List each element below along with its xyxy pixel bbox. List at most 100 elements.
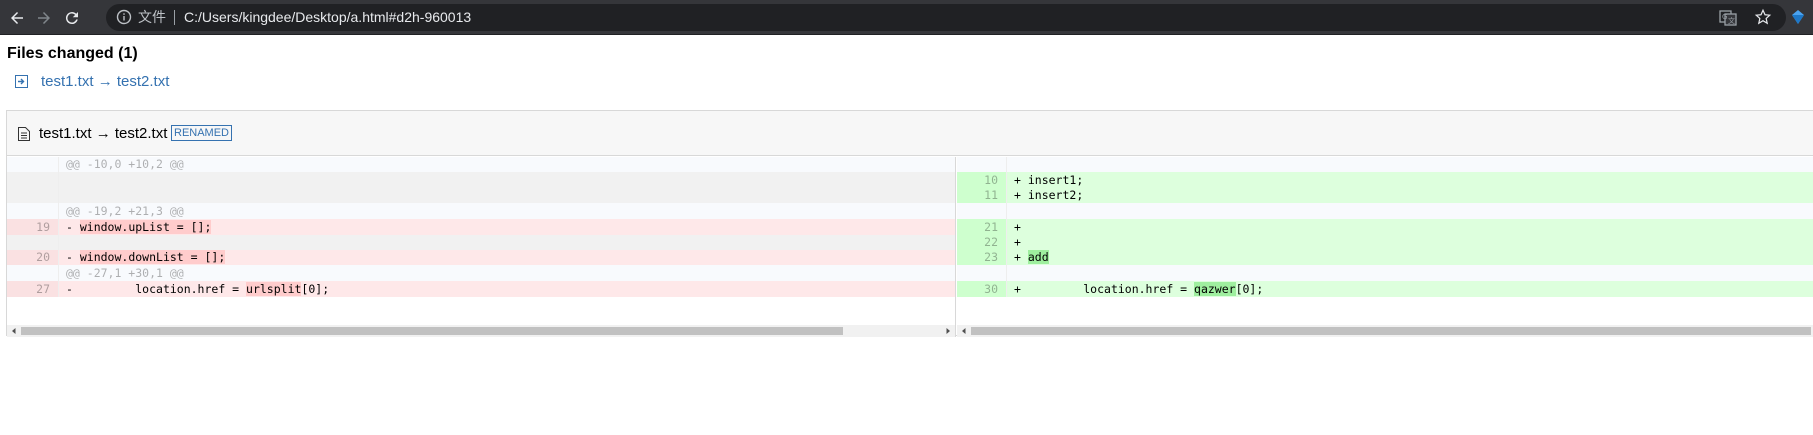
scroll-left-arrow-icon[interactable]: [10, 327, 18, 335]
line-text: location.href =: [79, 282, 247, 296]
url-text[interactable]: C:/Users/kingdee/Desktop/a.html#d2h-9600…: [184, 9, 471, 26]
right-horizontal-scrollbar[interactable]: [957, 325, 1813, 337]
line-text-suffix: [0];: [301, 282, 330, 296]
extension-icon[interactable]: [1790, 9, 1806, 25]
line-prefix: -: [66, 282, 80, 296]
line-number: [7, 203, 59, 219]
diff-line-info: @@ -27,1 +30,1 @@: [7, 265, 955, 281]
line-text: insert2;: [1027, 188, 1084, 202]
info-icon[interactable]: [116, 9, 132, 25]
svg-text:G: G: [1722, 13, 1727, 21]
diff-line-info: @@ -19,2 +21,3 @@: [7, 203, 955, 219]
line-prefix: +: [1014, 282, 1028, 296]
line-number: 20: [7, 250, 59, 265]
diff-line-del: 20- window.downList = [];: [7, 250, 955, 265]
file-icon: [18, 127, 30, 141]
diff-right-side: 30 + location.href = qazwer[0]; 23 + add 22 +…: [957, 157, 1813, 337]
diff-line-info: [957, 157, 1813, 172]
forward-button[interactable]: [32, 6, 56, 30]
files-changed-title: Files changed (1): [7, 45, 138, 62]
changed-text-highlight: window.downList = [];: [79, 250, 226, 264]
changed-text-highlight: urlsplit: [246, 282, 302, 296]
file-list-item[interactable]: test1.txt → test2.txt: [15, 73, 169, 90]
diff-line-ins: 21 +: [957, 219, 1813, 235]
line-text: insert1;: [1027, 173, 1084, 187]
line-code: @@ -19,2 +21,3 @@: [66, 203, 184, 219]
diff-line-empty: [7, 188, 955, 203]
diff-line-ins: 10 + insert1;: [957, 172, 1813, 188]
line-prefix: -: [66, 250, 80, 264]
line-text: @@ -27,1 +30,1 @@: [66, 266, 184, 280]
line-code: - window.downList = [];: [66, 250, 226, 265]
diff-line-info: @@ -10,0 +10,2 @@: [7, 157, 955, 172]
diff-line-del: 19 - window.upList = [];: [7, 219, 955, 235]
line-number: 22: [957, 235, 1007, 250]
diff-left-side: 27- location.href = urlsplit[0]; @@ -27,1…: [7, 157, 956, 337]
right-scroll-thumb[interactable]: [971, 327, 1811, 335]
changed-text-highlight: window.upList = [];: [79, 220, 212, 234]
line-number: 19: [7, 219, 59, 235]
renamed-tag: RENAMED: [171, 125, 233, 141]
star-icon[interactable]: [1754, 8, 1772, 26]
line-code: @@ -10,0 +10,2 @@: [66, 157, 184, 172]
diff-line-empty: [7, 235, 955, 250]
changed-text-highlight: add: [1027, 250, 1049, 264]
diff-line-ins: 22 +: [957, 235, 1813, 250]
line-number: [7, 188, 59, 203]
diff-file-header: test1.txt → test2.txt RENAMED: [7, 111, 1813, 156]
line-number: 23: [957, 250, 1007, 265]
omnibox-divider: [174, 10, 175, 25]
line-number: 21: [957, 219, 1007, 235]
line-code: - window.upList = [];: [66, 219, 212, 235]
file-renamed-icon: [15, 75, 28, 88]
line-number: 30: [957, 281, 1007, 297]
line-number: 11: [957, 188, 1007, 203]
line-prefix: +: [1014, 250, 1028, 264]
diff-file-name: test1.txt → test2.txt: [39, 125, 168, 142]
line-code: @@ -27,1 +30,1 @@: [66, 265, 184, 281]
line-prefix: +: [1014, 220, 1028, 234]
svg-text:文: 文: [1728, 16, 1735, 25]
line-number: 27: [7, 281, 59, 297]
line-text: @@ -10,0 +10,2 @@: [66, 157, 184, 171]
scroll-left-arrow-icon[interactable]: [960, 327, 968, 335]
browser-toolbar: 文件 C:/Users/kingdee/Desktop/a.html#d2h-9…: [0, 0, 1813, 35]
line-code: + insert2;: [1014, 188, 1083, 203]
line-number: 10: [957, 172, 1007, 188]
diff-line-empty: [7, 172, 955, 188]
address-bar[interactable]: 文件 C:/Users/kingdee/Desktop/a.html#d2h-9…: [106, 4, 1786, 31]
left-horizontal-scrollbar[interactable]: [7, 325, 955, 337]
left-scroll-thumb[interactable]: [21, 327, 843, 335]
line-number: [957, 203, 1007, 219]
line-number: [7, 157, 59, 172]
line-prefix: +: [1014, 235, 1028, 249]
diff-line-del: 27- location.href = urlsplit[0];: [7, 281, 955, 297]
line-text: @@ -19,2 +21,3 @@: [66, 204, 184, 218]
line-number: [957, 157, 1007, 172]
line-code: + insert1;: [1014, 172, 1083, 188]
file-link[interactable]: test1.txt → test2.txt: [41, 73, 169, 90]
line-number: [7, 265, 59, 281]
translate-icon[interactable]: G 文: [1719, 9, 1737, 27]
line-code: + add: [1014, 250, 1049, 265]
back-button[interactable]: [5, 6, 29, 30]
reload-button[interactable]: [60, 6, 84, 30]
scheme-label: 文件: [138, 9, 166, 25]
line-text: location.href =: [1027, 282, 1195, 296]
line-code: +: [1014, 235, 1028, 250]
diff-line-ins: 11 + insert2;: [957, 188, 1813, 203]
diff-line-info: [957, 265, 1813, 281]
line-text-suffix: [0];: [1235, 282, 1264, 296]
scroll-right-arrow-icon[interactable]: [944, 327, 952, 335]
forward-icon: [38, 12, 50, 24]
line-number: [7, 172, 59, 188]
line-prefix: +: [1014, 188, 1028, 202]
line-code: +: [1014, 219, 1028, 235]
line-code: - location.href = urlsplit[0];: [66, 281, 329, 297]
diff-line-info: [957, 203, 1813, 219]
diff-line-ins: 30 + location.href = qazwer[0];: [957, 281, 1813, 297]
diff-line-ins: 23 + add: [957, 250, 1813, 265]
line-number: [957, 265, 1007, 281]
reload-icon: [65, 12, 78, 25]
line-prefix: +: [1014, 173, 1028, 187]
